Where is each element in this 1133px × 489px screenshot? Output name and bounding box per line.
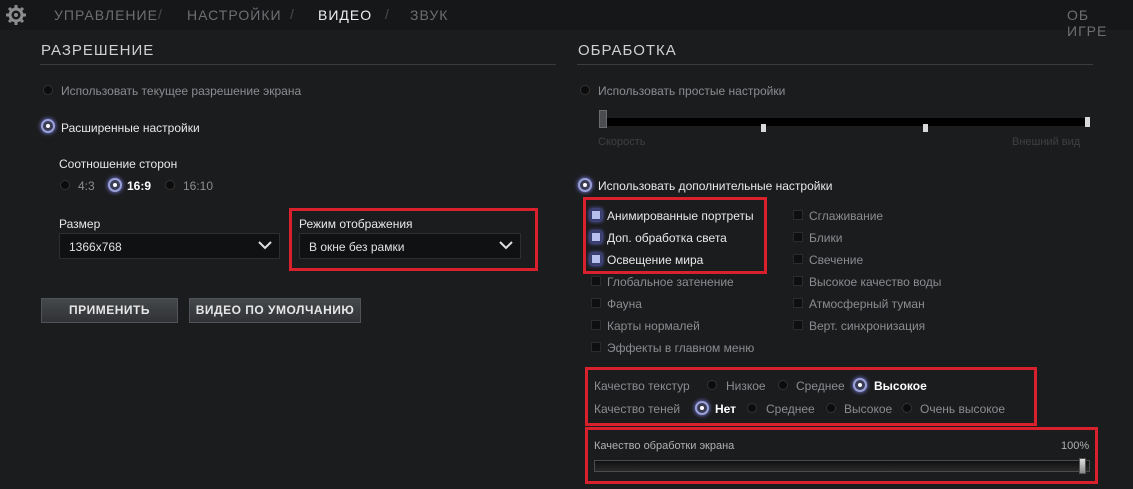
screen-quality-label: Качество обработки экрана (594, 440, 735, 452)
resolution-title: РАЗРЕШЕНИЕ (41, 42, 155, 59)
screen-quality-knob[interactable] (1079, 458, 1086, 474)
radio-advanced-settings[interactable] (578, 178, 592, 192)
aspect-ratio-label: Соотношение сторон (59, 157, 178, 171)
radio-simple-settings[interactable] (580, 85, 590, 95)
nav-separator: / (290, 6, 294, 22)
tab-settings[interactable]: НАСТРОЙКИ (187, 7, 282, 23)
radio-shadow-none[interactable] (695, 401, 709, 415)
rendering-title: ОБРАБОТКА (578, 42, 677, 59)
slider-tick (923, 124, 928, 132)
screen-quality-fill (595, 461, 1089, 471)
divider (40, 64, 556, 65)
fauna-label: Фауна (607, 297, 642, 311)
appearance-label: Внешний вид (1012, 136, 1081, 148)
checkbox-menu-effects[interactable] (591, 342, 601, 352)
nav-separator: / (385, 6, 389, 22)
checkbox-high-quality-water[interactable] (793, 276, 803, 286)
highlight-box (585, 427, 1098, 484)
nav-separator: / (158, 6, 162, 22)
highlight-box (289, 208, 538, 271)
shadow-medium-label: Среднее (766, 402, 815, 416)
advanced-label: Расширенные настройки (61, 121, 200, 135)
tab-video[interactable]: ВИДЕО (318, 7, 372, 23)
checkbox-bloom[interactable] (793, 254, 803, 264)
texture-medium-label: Среднее (796, 379, 845, 393)
radio-shadow-medium[interactable] (747, 403, 757, 413)
tab-controls[interactable]: УПРАВЛЕНИЕ (54, 7, 158, 23)
bloom-label: Свечение (809, 253, 864, 267)
checkbox-fauna[interactable] (591, 298, 601, 308)
shadow-high-label: Высокое (844, 402, 893, 416)
radio-shadow-very-high[interactable] (902, 403, 912, 413)
radio-use-current[interactable] (43, 85, 53, 95)
speed-label: Скорость (598, 136, 646, 148)
video-defaults-button[interactable]: ВИДЕО ПО УМОЛЧАНИЮ (189, 298, 361, 323)
radio-advanced[interactable] (41, 119, 55, 133)
screen-quality-value: 100% (1061, 440, 1090, 452)
size-label: Размер (59, 217, 101, 231)
tab-about[interactable]: ОБ ИГРЕ (1067, 7, 1133, 39)
aspect-16-10-label: 16:10 (183, 179, 214, 193)
atmospheric-fog-label: Атмосферный туман (809, 297, 925, 311)
gear-icon[interactable] (6, 5, 26, 25)
top-nav-bar: УПРАВЛЕНИЕ / НАСТРОЙКИ / ВИДЕО / ЗВУК ОБ… (0, 0, 1133, 39)
size-select[interactable]: 1366x768 (59, 233, 280, 259)
quality-slider-knob[interactable] (599, 110, 607, 128)
highlight-box (583, 197, 767, 274)
aspect-4-3-label: 4:3 (78, 179, 95, 193)
use-current-label: Использовать текущее разрешение экрана (61, 84, 302, 98)
shadow-very-high-label: Очень высокое (920, 402, 1006, 416)
chevron-down-icon (258, 241, 272, 250)
vsync-label: Верт. синхронизация (809, 319, 926, 333)
size-value: 1366x768 (69, 240, 122, 254)
menu-effects-label: Эффекты в главном меню (607, 341, 755, 355)
antialiasing-label: Сглаживание (809, 209, 884, 223)
divider (577, 64, 1093, 65)
texture-quality-label: Качество текстур (594, 379, 690, 393)
shadow-quality-label: Качество теней (594, 402, 681, 416)
tab-sound[interactable]: ЗВУК (410, 7, 448, 23)
high-quality-water-label: Высокое качество воды (809, 275, 942, 289)
radio-aspect-16-9[interactable] (108, 178, 122, 192)
slider-tick (1085, 117, 1090, 127)
radio-aspect-16-10[interactable] (165, 180, 175, 190)
highlight-box (585, 367, 1037, 426)
radio-aspect-4-3[interactable] (60, 180, 70, 190)
specular-label: Блики (809, 231, 843, 245)
checkbox-vsync[interactable] (793, 320, 803, 330)
checkbox-atmospheric-fog[interactable] (793, 298, 803, 308)
advanced-settings-label: Использовать дополнительные настройки (598, 179, 833, 193)
radio-texture-medium[interactable] (778, 380, 788, 390)
checkbox-specular[interactable] (793, 232, 803, 242)
radio-texture-low[interactable] (707, 380, 717, 390)
apply-button[interactable]: ПРИМЕНИТЬ (41, 298, 178, 323)
checkbox-ambient-occlusion[interactable] (591, 276, 601, 286)
screen-quality-slider[interactable] (594, 460, 1090, 472)
texture-high-label: Высокое (874, 379, 927, 393)
quality-slider-track[interactable] (600, 118, 1090, 126)
simple-settings-label: Использовать простые настройки (598, 84, 786, 98)
texture-low-label: Низкое (726, 379, 766, 393)
normal-maps-label: Карты нормалей (607, 319, 700, 333)
checkbox-antialiasing[interactable] (793, 210, 803, 220)
shadow-none-label: Нет (715, 402, 737, 416)
radio-texture-high[interactable] (853, 378, 867, 392)
slider-tick (761, 124, 766, 132)
ambient-occlusion-label: Глобальное затенение (607, 275, 734, 289)
radio-shadow-high[interactable] (826, 403, 836, 413)
aspect-16-9-label: 16:9 (127, 179, 152, 193)
checkbox-normal-maps[interactable] (591, 320, 601, 330)
